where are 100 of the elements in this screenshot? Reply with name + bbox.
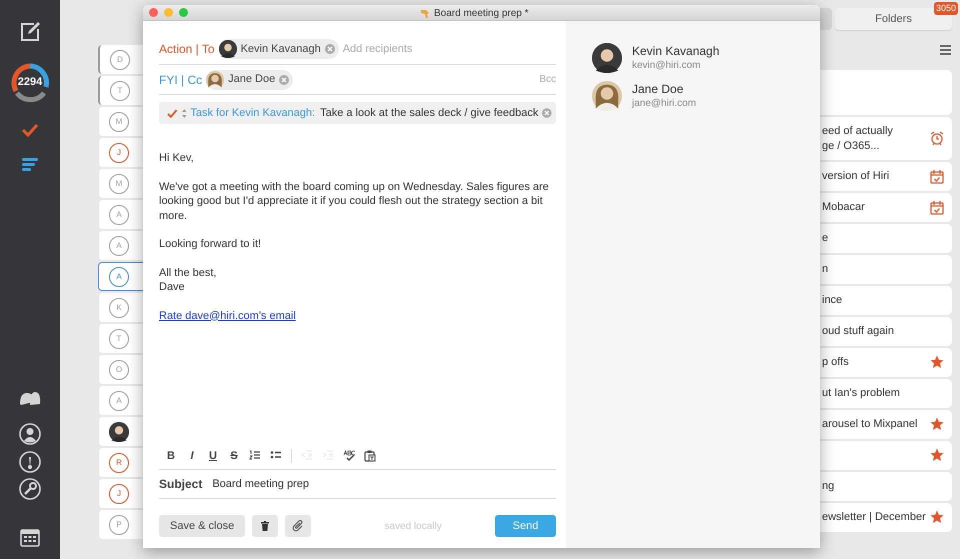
task-row[interactable]: ng (818, 472, 952, 501)
contact-name: Jane Doe (632, 82, 684, 97)
save-close-button[interactable]: Save & close (159, 515, 246, 537)
spellcheck-button[interactable] (343, 450, 355, 462)
message-row[interactable]: R (98, 448, 143, 477)
chat-icon[interactable] (19, 390, 41, 406)
subject-label: Subject (159, 476, 202, 493)
task-row[interactable]: ewsletter | December (818, 503, 952, 532)
star-icon (930, 510, 944, 525)
task-title: ng (822, 479, 834, 494)
recipient-input[interactable]: Add recipients (342, 40, 556, 58)
recipient-chip[interactable]: Jane Doe (206, 70, 294, 90)
initial-avatar: A (109, 204, 129, 224)
initial-avatar: O (109, 360, 129, 380)
window-title: Board meeting prep * (434, 6, 529, 20)
initial-avatar: T (109, 328, 129, 348)
contact-email: kevin@hiri.com (632, 59, 702, 72)
task-title: ut Ian's problem (822, 386, 900, 401)
body-paragraph: All the best, Dave (159, 266, 218, 294)
task-row[interactable]: eed of actually ge / O365... (818, 117, 952, 160)
task-row[interactable]: ince (818, 286, 952, 315)
star-icon (930, 448, 944, 463)
unread-count: 2294 (16, 76, 44, 89)
task-title: ewsletter | December (822, 510, 926, 525)
paste-button[interactable] (364, 450, 376, 462)
strike-button[interactable]: S (228, 450, 240, 462)
check-icon[interactable] (21, 123, 39, 137)
bold-button[interactable]: B (165, 450, 177, 462)
body-paragraph: We've got a meeting with the board coming up on Wednesday. Sales figures are looking good but I'd appreciate it if you could flesh out the strategy section a bit more. (159, 180, 549, 223)
message-row[interactable]: J (98, 138, 143, 167)
lines-icon[interactable] (21, 157, 39, 171)
message-row[interactable] (98, 417, 143, 446)
numbered-button[interactable] (249, 450, 261, 462)
compose-icon[interactable] (19, 21, 41, 43)
unread-donut-icon (9, 62, 51, 104)
alarm-clock-icon (930, 131, 944, 146)
calendar-check-icon (930, 200, 944, 215)
initial-avatar: K (109, 298, 129, 318)
body-paragraph: Hi Kev, (159, 151, 195, 166)
task-title: ince (822, 293, 842, 308)
initial-avatar: A (109, 266, 129, 286)
message-row[interactable]: A (98, 262, 143, 291)
calendar-icon[interactable] (20, 527, 40, 547)
initial-avatar: D (110, 50, 130, 70)
contact-name: Kevin Kavanagh (632, 44, 720, 59)
task-title: ge / O365... (822, 138, 880, 154)
initial-avatar: T (110, 80, 130, 100)
avatar-icon (206, 70, 224, 88)
remove-icon[interactable] (324, 44, 335, 54)
task-row[interactable]: Mobacar (818, 193, 952, 222)
calendar-check-icon (930, 169, 944, 184)
remove-icon[interactable] (542, 108, 552, 118)
avatar-icon (592, 43, 622, 73)
check-icon[interactable] (167, 108, 178, 118)
initial-avatar: A (109, 390, 129, 410)
task-row[interactable]: oud stuff again (818, 317, 952, 346)
italic-button[interactable]: I (186, 450, 198, 462)
task-row[interactable]: version of Hiri (818, 162, 952, 191)
avatar-icon (109, 422, 129, 442)
initial-avatar: M (109, 174, 129, 194)
task-title: version of Hiri (822, 169, 890, 184)
subject-field[interactable]: Board meeting prep (212, 476, 556, 492)
to-label: Action | To (159, 41, 215, 58)
cc-label: FYI | Cc (159, 72, 202, 88)
initial-avatar: J (109, 484, 129, 504)
task-title: n (822, 262, 828, 277)
underline-button[interactable]: U (207, 450, 219, 462)
bullets-button[interactable] (270, 450, 282, 462)
reorder-icon[interactable] (182, 108, 186, 118)
count-badge: 3050 (934, 2, 958, 15)
initial-avatar: J (109, 142, 129, 162)
recipient-name: Jane Doe (228, 72, 276, 88)
attach-button[interactable] (285, 515, 312, 537)
task-row[interactable]: e (818, 224, 952, 253)
star-icon (930, 355, 944, 370)
task-row[interactable]: n (818, 255, 952, 284)
avatar-icon (218, 40, 237, 58)
avatar-icon (592, 81, 622, 111)
menu-icon[interactable] (940, 45, 951, 55)
task-title: Mobacar (822, 200, 865, 215)
task-title: eed of actually (822, 124, 893, 138)
star-icon (930, 417, 944, 432)
rating-link[interactable]: Rate dave@hiri.com's email (159, 308, 296, 323)
initial-avatar: A (109, 236, 129, 256)
task-text: Take a look at the sales deck / give feedback (320, 106, 538, 121)
initial-avatar: R (109, 452, 129, 472)
task-assignee: Task for Kevin Kavanagh: (190, 106, 316, 121)
task-row[interactable]: p offs (818, 348, 952, 377)
message-row[interactable]: J (98, 479, 143, 508)
body-paragraph: Looking forward to it! (159, 237, 262, 252)
task-title: e (822, 231, 828, 246)
task-title: p offs (822, 355, 849, 370)
recipient-chip[interactable]: Kevin Kavanagh (218, 39, 339, 59)
initial-avatar: P (109, 514, 129, 534)
delete-button[interactable] (252, 515, 278, 537)
person-icon[interactable] (19, 423, 41, 445)
task-row[interactable]: ut Ian's problem (818, 379, 952, 408)
task-row[interactable]: arousel to Mixpanel (818, 410, 952, 439)
contact-email: jane@hiri.com (632, 97, 696, 110)
remove-icon[interactable] (279, 74, 290, 84)
